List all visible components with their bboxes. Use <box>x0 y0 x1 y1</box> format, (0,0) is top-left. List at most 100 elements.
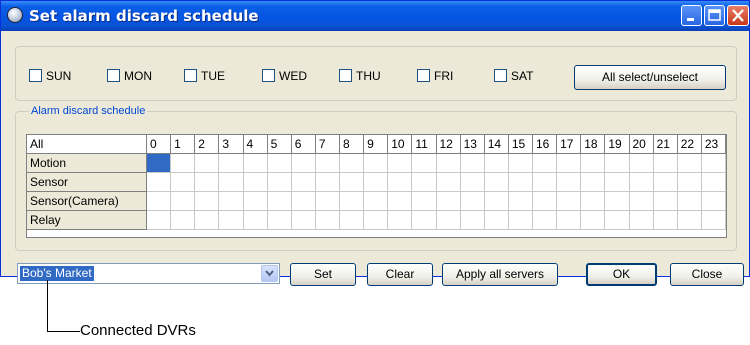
maximize-button[interactable] <box>704 5 725 26</box>
schedule-cell[interactable] <box>653 173 678 192</box>
schedule-cell[interactable] <box>629 173 654 192</box>
schedule-cell[interactable] <box>436 192 461 211</box>
schedule-cell[interactable] <box>291 211 316 230</box>
checkbox-box[interactable] <box>29 69 42 82</box>
apply-all-servers-button[interactable]: Apply all servers <box>442 263 558 286</box>
row-label[interactable]: Relay <box>27 211 147 230</box>
title-bar[interactable]: Set alarm discard schedule <box>1 1 749 31</box>
checkbox-box[interactable] <box>339 69 352 82</box>
schedule-cell[interactable] <box>315 154 340 173</box>
schedule-cell[interactable] <box>267 173 292 192</box>
schedule-cell[interactable] <box>701 154 726 173</box>
schedule-cell[interactable] <box>436 173 461 192</box>
schedule-cell[interactable] <box>412 154 437 173</box>
schedule-cell[interactable] <box>340 173 365 192</box>
hour-header-5[interactable]: 5 <box>267 135 292 154</box>
hour-header-21[interactable]: 21 <box>653 135 678 154</box>
schedule-cell[interactable] <box>484 211 509 230</box>
schedule-cell[interactable] <box>557 192 582 211</box>
hour-header-16[interactable]: 16 <box>533 135 558 154</box>
schedule-cell[interactable] <box>291 154 316 173</box>
hour-header-0[interactable]: 0 <box>147 135 172 154</box>
schedule-cell[interactable] <box>171 154 196 173</box>
hour-header-20[interactable]: 20 <box>629 135 654 154</box>
schedule-cell[interactable] <box>364 192 389 211</box>
schedule-cell[interactable] <box>291 192 316 211</box>
schedule-cell[interactable] <box>267 154 292 173</box>
set-button[interactable]: Set <box>290 263 356 286</box>
schedule-cell[interactable] <box>243 211 268 230</box>
schedule-cell[interactable] <box>653 192 678 211</box>
schedule-cell[interactable] <box>460 192 485 211</box>
schedule-cell[interactable] <box>195 154 220 173</box>
minimize-button[interactable] <box>681 5 702 26</box>
schedule-cell[interactable] <box>340 211 365 230</box>
schedule-cell[interactable] <box>677 211 702 230</box>
schedule-cell[interactable] <box>291 173 316 192</box>
schedule-cell[interactable] <box>436 211 461 230</box>
schedule-cell[interactable] <box>557 154 582 173</box>
schedule-cell[interactable] <box>653 154 678 173</box>
hour-header-7[interactable]: 7 <box>315 135 340 154</box>
hour-header-11[interactable]: 11 <box>412 135 437 154</box>
schedule-cell[interactable] <box>412 173 437 192</box>
schedule-cell[interactable] <box>340 154 365 173</box>
schedule-cell[interactable] <box>557 211 582 230</box>
checkbox-box[interactable] <box>262 69 275 82</box>
dropdown-arrow[interactable] <box>261 265 278 282</box>
schedule-cell[interactable] <box>605 173 630 192</box>
schedule-cell[interactable] <box>388 192 413 211</box>
clear-button[interactable]: Clear <box>367 263 433 286</box>
schedule-cell[interactable] <box>340 192 365 211</box>
schedule-cell[interactable] <box>267 211 292 230</box>
hour-header-4[interactable]: 4 <box>243 135 268 154</box>
schedule-cell[interactable] <box>605 211 630 230</box>
all-cell[interactable]: All <box>27 135 147 154</box>
schedule-cell[interactable] <box>508 211 533 230</box>
schedule-cell[interactable] <box>315 192 340 211</box>
schedule-cell[interactable] <box>460 211 485 230</box>
schedule-cell[interactable] <box>388 154 413 173</box>
schedule-cell[interactable] <box>364 211 389 230</box>
hour-header-14[interactable]: 14 <box>484 135 509 154</box>
schedule-cell[interactable] <box>653 211 678 230</box>
schedule-cell[interactable] <box>219 173 244 192</box>
schedule-cell[interactable] <box>171 192 196 211</box>
schedule-cell[interactable] <box>219 192 244 211</box>
schedule-cell[interactable] <box>243 173 268 192</box>
hour-header-19[interactable]: 19 <box>605 135 630 154</box>
schedule-cell[interactable] <box>195 211 220 230</box>
schedule-cell[interactable] <box>219 211 244 230</box>
schedule-cell[interactable] <box>629 211 654 230</box>
schedule-cell[interactable] <box>605 154 630 173</box>
hour-header-10[interactable]: 10 <box>388 135 413 154</box>
schedule-cell[interactable] <box>364 154 389 173</box>
schedule-cell[interactable] <box>147 173 172 192</box>
schedule-cell[interactable] <box>533 192 558 211</box>
schedule-cell[interactable] <box>147 211 172 230</box>
hour-header-15[interactable]: 15 <box>508 135 533 154</box>
close-button[interactable]: Close <box>670 263 744 286</box>
schedule-cell[interactable] <box>460 154 485 173</box>
checkbox-box[interactable] <box>184 69 197 82</box>
hour-header-18[interactable]: 18 <box>581 135 606 154</box>
schedule-cell[interactable] <box>629 154 654 173</box>
schedule-cell[interactable] <box>171 211 196 230</box>
hour-header-13[interactable]: 13 <box>460 135 485 154</box>
row-label[interactable]: Sensor <box>27 173 147 192</box>
server-select[interactable]: Bob's Market <box>17 263 280 284</box>
row-label[interactable]: Motion <box>27 154 147 173</box>
schedule-cell[interactable] <box>315 173 340 192</box>
close-window-button[interactable] <box>727 5 749 26</box>
schedule-cell[interactable] <box>243 192 268 211</box>
schedule-cell[interactable] <box>533 154 558 173</box>
hour-header-2[interactable]: 2 <box>195 135 220 154</box>
hour-header-9[interactable]: 9 <box>364 135 389 154</box>
schedule-cell[interactable] <box>388 173 413 192</box>
schedule-cell[interactable] <box>195 192 220 211</box>
schedule-cell[interactable] <box>533 173 558 192</box>
schedule-cell[interactable] <box>364 173 389 192</box>
schedule-cell[interactable] <box>412 192 437 211</box>
schedule-cell[interactable] <box>629 192 654 211</box>
schedule-cell[interactable] <box>701 173 726 192</box>
